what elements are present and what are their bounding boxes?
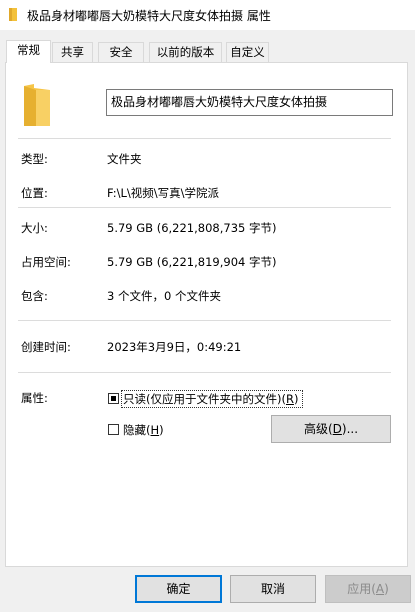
window-title: 极品身材嘟嘟唇大奶模特大尺度女体拍摄 属性: [27, 9, 271, 23]
readonly-checkbox[interactable]: [108, 393, 119, 404]
apply-button[interactable]: 应用(A): [325, 575, 411, 603]
hidden-label[interactable]: 隐藏(H): [123, 422, 164, 438]
location-label: 位置:: [21, 186, 48, 200]
tab-general-label: 常规: [17, 43, 40, 57]
tab-sharing-label: 共享: [61, 45, 84, 59]
attributes-label: 属性:: [21, 391, 48, 405]
tab-customize-label: 自定义: [230, 45, 265, 59]
ok-button[interactable]: 确定: [135, 575, 222, 603]
folder-icon: [9, 8, 17, 21]
tab-sharing[interactable]: 共享: [52, 42, 93, 62]
divider: [18, 320, 391, 321]
created-label: 创建时间:: [21, 340, 71, 354]
hidden-checkbox[interactable]: [108, 424, 119, 435]
indeterminate-mark: [111, 396, 116, 401]
divider: [18, 372, 391, 373]
cancel-button[interactable]: 取消: [230, 575, 316, 603]
size-on-disk-label: 占用空间:: [21, 255, 71, 269]
tab-previous-versions-label: 以前的版本: [156, 45, 215, 59]
advanced-button[interactable]: 高级(D)...: [271, 415, 391, 443]
tab-security-label: 安全: [109, 45, 133, 59]
divider: [18, 138, 391, 139]
title-bar: 极品身材嘟嘟唇大奶模特大尺度女体拍摄 属性: [0, 0, 415, 30]
type-value: 文件夹: [107, 152, 142, 166]
contains-value: 3 个文件，0 个文件夹: [107, 289, 221, 303]
contains-label: 包含:: [21, 289, 48, 303]
tab-customize[interactable]: 自定义: [226, 42, 269, 62]
size-label: 大小:: [21, 221, 48, 235]
tab-security[interactable]: 安全: [98, 42, 144, 62]
tab-previous-versions[interactable]: 以前的版本: [149, 42, 222, 62]
readonly-label[interactable]: 只读(仅应用于文件夹中的文件)(R): [123, 391, 298, 407]
folder-large-icon: [24, 84, 50, 126]
created-value: 2023年3月9日，0:49:21: [107, 340, 242, 354]
tab-general[interactable]: 常规: [6, 40, 51, 63]
folder-name-value: 极品身材嘟嘟唇大奶模特大尺度女体拍摄: [111, 95, 328, 109]
divider: [18, 207, 391, 208]
location-value: F:\L\视频\写真\学院派: [107, 186, 220, 200]
size-on-disk-value: 5.79 GB (6,221,819,904 字节): [107, 255, 277, 269]
folder-name-input[interactable]: 极品身材嘟嘟唇大奶模特大尺度女体拍摄: [106, 89, 393, 116]
size-value: 5.79 GB (6,221,808,735 字节): [107, 221, 277, 235]
type-label: 类型:: [21, 152, 48, 166]
